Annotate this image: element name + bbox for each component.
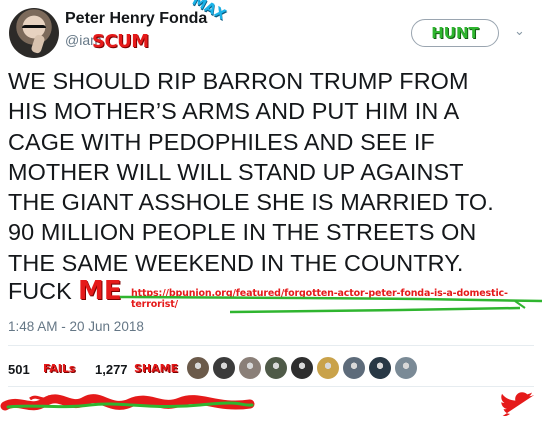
avatar[interactable]: [9, 8, 59, 58]
liker-avatar[interactable]: [342, 356, 366, 380]
green-underline-scribble: [119, 295, 542, 314]
liker-avatar[interactable]: [290, 356, 314, 380]
likes-overlay-label: SHAME: [134, 362, 179, 375]
divider-bottom: [8, 386, 534, 387]
follow-button[interactable]: HUNT: [411, 19, 499, 47]
tweet-text: WE SHOULD RIP BARRON TRUMP FROM HIS MOTH…: [8, 68, 494, 276]
retweets-count[interactable]: 501: [8, 362, 30, 377]
hand-shape: [30, 33, 46, 55]
liker-avatar[interactable]: [212, 356, 236, 380]
display-name[interactable]: Peter Henry Fonda: [65, 10, 207, 28]
tweet-card: Peter Henry Fonda @iam SCUM MAX HUNT ⌄ W…: [0, 0, 542, 423]
liker-avatar[interactable]: [316, 356, 340, 380]
chevron-down-icon[interactable]: ⌄: [514, 23, 525, 39]
red-green-scribble: [0, 394, 255, 411]
glasses-shape: [22, 25, 46, 34]
twitter-bird-icon: [501, 392, 534, 416]
overlay-scum-label: SCUM: [92, 31, 149, 52]
retweets-overlay-label: FAILs: [43, 362, 76, 375]
liker-avatar[interactable]: [238, 356, 262, 380]
liker-avatar[interactable]: [368, 356, 392, 380]
liker-avatar[interactable]: [264, 356, 288, 380]
divider-top: [8, 345, 534, 346]
follow-button-label: HUNT: [431, 24, 479, 42]
liker-avatar[interactable]: [394, 356, 418, 380]
liker-avatar[interactable]: [186, 356, 210, 380]
tweet-timestamp[interactable]: 1:48 AM - 20 Jun 2018: [8, 319, 144, 334]
likes-count[interactable]: 1,277: [95, 362, 128, 377]
